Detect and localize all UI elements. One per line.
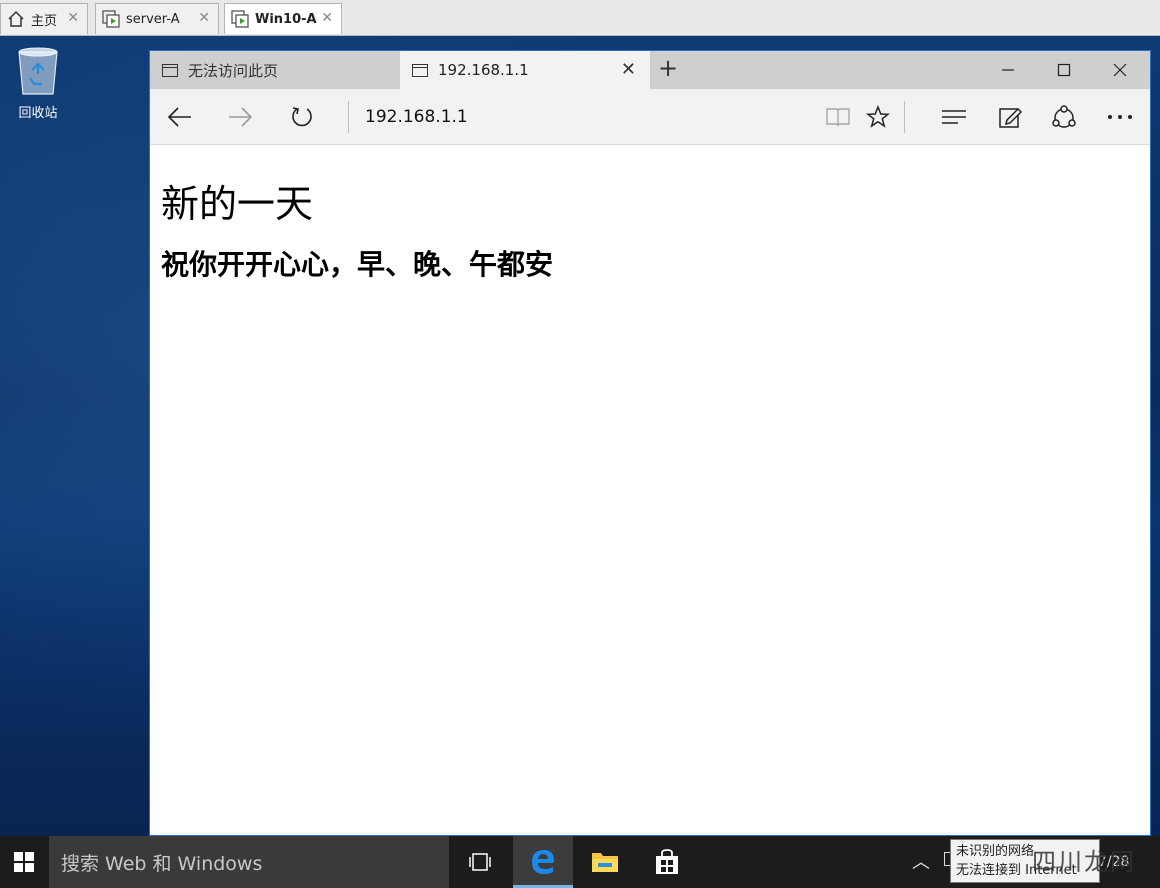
address-bar[interactable]: 192.168.1.1 (365, 107, 468, 127)
edge-browser-icon (532, 849, 554, 874)
new-tab-button[interactable]: + (658, 56, 678, 80)
taskbar-search-box[interactable]: 搜索 Web 和 Windows (49, 836, 449, 888)
maximize-icon (1057, 63, 1071, 77)
page-icon (162, 63, 178, 77)
show-hidden-icons-chevron-icon[interactable]: ︿ (912, 848, 930, 874)
star-icon (866, 105, 890, 128)
windows-logo-icon (14, 852, 34, 872)
close-tab-icon[interactable]: ✕ (621, 59, 636, 80)
recycle-bin-icon (15, 44, 61, 96)
hub-button[interactable] (936, 99, 972, 135)
share-icon (1052, 105, 1076, 128)
browser-tab-inactive[interactable]: 无法访问此页 (150, 51, 400, 89)
page-heading: 新的一天 (161, 182, 314, 226)
web-note-button[interactable] (992, 99, 1028, 135)
recycle-bin[interactable]: 回收站 (6, 44, 70, 121)
vm-tab-label: 主页 (31, 13, 58, 29)
refresh-button[interactable] (284, 99, 320, 135)
vm-icon (102, 10, 120, 28)
minimize-button[interactable] (980, 51, 1036, 89)
edge-window: 无法访问此页 192.168.1.1 ✕ + 192.168.1.1 新的一天 … (149, 50, 1151, 836)
book-icon (826, 108, 850, 127)
store-bag-icon (656, 849, 678, 874)
vm-tab-home[interactable]: 主页 ✕ (0, 3, 88, 34)
more-icon (1108, 115, 1132, 119)
folder-icon (592, 853, 618, 872)
back-button[interactable] (162, 99, 198, 135)
forward-button[interactable] (222, 99, 258, 135)
pen-note-icon (999, 107, 1022, 128)
watermark: 四川龙网 (1032, 848, 1136, 876)
page-icon (412, 63, 428, 77)
vm-icon (231, 10, 249, 28)
refresh-icon (292, 107, 312, 127)
store-button[interactable] (637, 836, 697, 888)
recycle-bin-label: 回收站 (18, 106, 58, 121)
browser-tab-title: 192.168.1.1 (438, 61, 529, 79)
file-explorer-button[interactable] (575, 836, 635, 888)
browser-tab-bar: 无法访问此页 192.168.1.1 ✕ + (150, 51, 1150, 89)
vm-tab-strip: 主页 ✕ server-A ✕ Win10-A ✕ (0, 0, 1160, 36)
home-icon (7, 10, 25, 28)
close-icon (1113, 63, 1127, 77)
vm-tab-label: server-A (126, 11, 180, 27)
share-button[interactable] (1046, 99, 1082, 135)
browser-tab-active[interactable]: 192.168.1.1 ✕ (400, 51, 650, 89)
close-icon[interactable]: ✕ (321, 10, 333, 26)
edge-taskbar-button[interactable] (513, 836, 573, 888)
toolbar-divider (348, 101, 349, 133)
task-view-icon (469, 853, 491, 871)
close-icon[interactable]: ✕ (67, 10, 79, 26)
minimize-icon (1002, 69, 1014, 71)
close-icon[interactable]: ✕ (198, 10, 210, 26)
vm-tab-server-a[interactable]: server-A ✕ (95, 3, 219, 34)
start-button[interactable] (0, 836, 48, 888)
vm-tab-win10-a[interactable]: Win10-A ✕ (224, 3, 342, 34)
hub-icon (942, 110, 966, 124)
arrow-left-icon (167, 107, 191, 127)
vm-tab-label: Win10-A (255, 11, 317, 27)
more-button[interactable] (1102, 99, 1138, 135)
browser-toolbar: 192.168.1.1 (150, 89, 1150, 145)
page-content: 新的一天 祝你开开心心，早、晚、午都安 (150, 145, 1150, 835)
maximize-button[interactable] (1036, 51, 1092, 89)
toolbar-divider (904, 101, 905, 133)
page-subheading: 祝你开开心心，早、晚、午都安 (161, 248, 554, 281)
task-view-button[interactable] (450, 836, 510, 888)
close-window-button[interactable] (1092, 51, 1148, 89)
favorite-button[interactable] (860, 99, 896, 135)
arrow-right-icon (229, 107, 253, 127)
reading-view-button[interactable] (820, 99, 856, 135)
browser-tab-title: 无法访问此页 (188, 61, 279, 80)
